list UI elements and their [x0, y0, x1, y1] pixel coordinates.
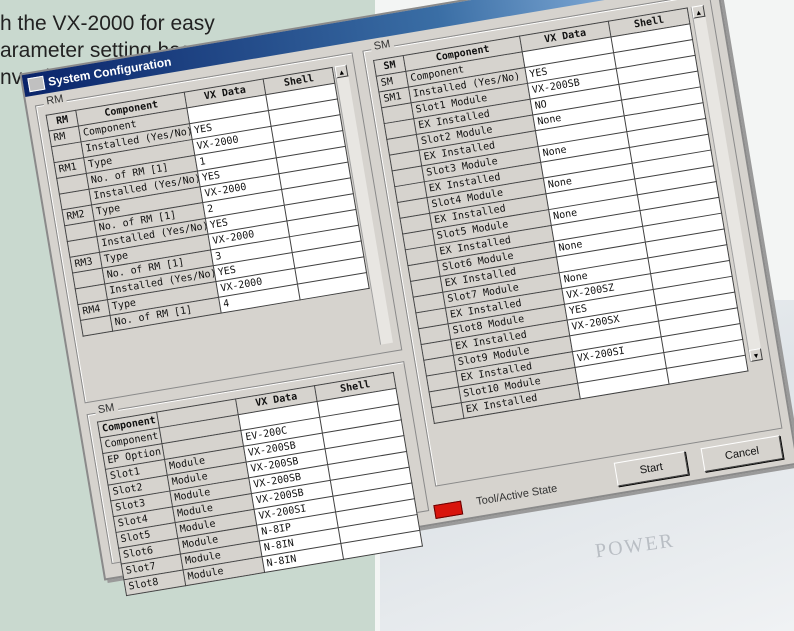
row-group-cell — [431, 402, 464, 424]
scroll-up-icon[interactable]: ▲ — [334, 64, 349, 79]
rm-group-label: RM — [42, 92, 68, 108]
sm-option-group-label: SM — [94, 401, 119, 417]
status-indicator — [433, 500, 464, 520]
cancel-button[interactable]: Cancel — [700, 435, 784, 473]
app-icon — [27, 75, 46, 93]
rm-table[interactable]: RM Component VX Data Shell RM Component In… — [45, 66, 370, 337]
intro-line: h the VX-2000 for easy — [0, 12, 215, 35]
sm-table[interactable]: SM Component VX Data Shell SM Component SM… — [373, 7, 749, 425]
row-group-cell — [80, 315, 113, 337]
sm-group: SM SM Component VX Data Shell SM Componen… — [362, 0, 783, 487]
scroll-up-icon[interactable]: ▲ — [691, 4, 706, 19]
status-label: Tool/Active State — [475, 482, 559, 508]
sm-group-label: SM — [369, 37, 395, 54]
start-button[interactable]: Start — [613, 450, 689, 487]
scroll-down-icon[interactable]: ▼ — [749, 348, 763, 362]
rm-group: RM RM Component VX Data Shell RM Componen… — [34, 52, 403, 404]
